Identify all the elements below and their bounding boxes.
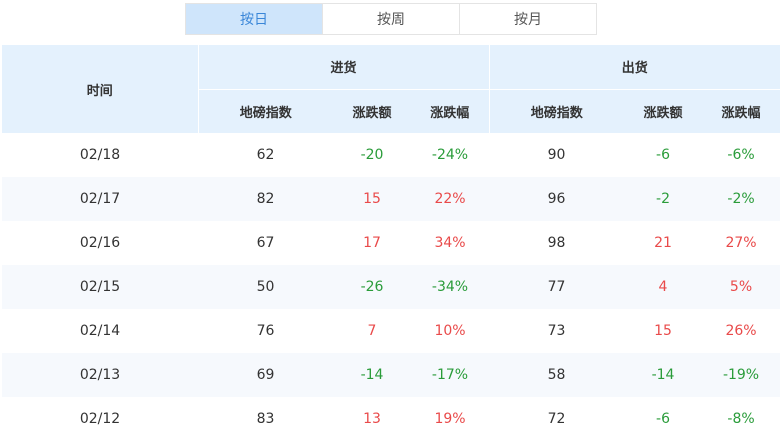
cell-in-pct: 34% (434, 235, 466, 251)
cell-in-change: -14 (333, 353, 411, 397)
cell-in-index: 69 (198, 353, 333, 397)
table-body: 02/18 62 -20 -24% 90 -6 -6% 02/17 82 15 22% 96 -2 -2%… (2, 133, 781, 438)
cell-in-index: 76 (256, 323, 275, 339)
tab-weekly[interactable]: 按周 (323, 4, 460, 34)
column-header-out-change: 涨跌额 (624, 89, 703, 133)
column-header-time: 时间 (2, 45, 198, 133)
cell-out-index: 90 (547, 147, 566, 163)
cell-out-index: 73 (547, 323, 566, 339)
cell-date: 02/18 (79, 147, 121, 163)
cell-out-index: 96 (489, 177, 625, 221)
cell-in-index: 83 (256, 411, 275, 427)
cell-date: 02/14 (79, 323, 121, 339)
cell-in-index: 50 (198, 265, 333, 309)
cell-out-index: 58 (489, 353, 625, 397)
cell-out-pct: -19% (702, 353, 781, 397)
cell-in-pct: -24% (431, 147, 469, 163)
cell-out-change: 4 (624, 265, 703, 309)
cell-in-index: 67 (256, 235, 275, 251)
cell-out-change: -6 (656, 411, 670, 427)
group-header-inbound: 进货 (197, 45, 490, 90)
column-header-out-pct: 涨跌幅 (702, 89, 781, 133)
cell-in-change: -20 (360, 147, 384, 163)
cell-in-change: 15 (333, 177, 411, 221)
cell-out-change: 21 (654, 235, 672, 251)
cell-out-index: 72 (547, 411, 566, 427)
cell-date: 02/17 (2, 177, 198, 221)
weighbridge-index-table: 时间 进货 出货 地磅指数 涨跌额 涨跌幅 地磅指数 涨跌额 涨跌幅 02/18… (2, 45, 781, 438)
cell-date: 02/16 (79, 235, 121, 251)
cell-in-change: 17 (363, 235, 381, 251)
cell-out-pct: 26% (725, 323, 757, 339)
cell-out-index: 98 (547, 235, 566, 251)
cell-out-change: 15 (654, 323, 672, 339)
table-row: 02/15 50 -26 -34% 77 4 5% (2, 265, 781, 309)
cell-in-index: 62 (256, 147, 275, 163)
cell-date: 02/13 (2, 353, 198, 397)
cell-out-pct: 27% (725, 235, 757, 251)
cell-out-change: -6 (656, 147, 670, 163)
column-header-in-index: 地磅指数 (197, 89, 333, 133)
period-tabs: 按日 按周 按月 (185, 3, 597, 35)
cell-in-index: 82 (198, 177, 333, 221)
cell-out-change: -2 (624, 177, 703, 221)
cell-out-pct: -6% (727, 147, 755, 163)
table-row: 02/14 76 7 10% 73 15 26% (2, 309, 780, 353)
cell-in-pct: 22% (411, 177, 490, 221)
cell-in-change: 13 (363, 411, 381, 427)
cell-in-change: 7 (367, 323, 377, 339)
cell-in-pct: -17% (411, 353, 490, 397)
cell-in-pct: 10% (434, 323, 466, 339)
column-header-out-index: 地磅指数 (488, 89, 625, 133)
tab-monthly[interactable]: 按月 (460, 4, 596, 34)
cell-date: 02/15 (2, 265, 198, 309)
table-row: 02/12 83 13 19% 72 -6 -8% (2, 397, 780, 438)
table-row: 02/13 69 -14 -17% 58 -14 -19% (2, 353, 781, 397)
group-header-outbound: 出货 (488, 45, 781, 90)
table-row: 02/18 62 -20 -24% 90 -6 -6% (2, 133, 780, 177)
cell-in-pct: -34% (411, 265, 490, 309)
cell-in-change: -26 (333, 265, 411, 309)
cell-out-change: -14 (624, 353, 703, 397)
cell-out-index: 77 (489, 265, 625, 309)
cell-out-pct: -2% (702, 177, 781, 221)
column-header-in-pct: 涨跌幅 (411, 89, 490, 133)
page: 按日 按周 按月 时间 进货 出货 地磅指数 涨跌额 涨跌幅 地磅指数 涨跌额 … (0, 0, 784, 438)
column-header-in-change: 涨跌额 (333, 89, 411, 133)
table-row: 02/16 67 17 34% 98 21 27% (2, 221, 780, 265)
cell-out-pct: 5% (702, 265, 781, 309)
table-row: 02/17 82 15 22% 96 -2 -2% (2, 177, 781, 221)
cell-in-pct: 19% (434, 411, 466, 427)
cell-out-pct: -8% (727, 411, 755, 427)
cell-date: 02/12 (79, 411, 121, 427)
tab-daily[interactable]: 按日 (186, 4, 323, 34)
